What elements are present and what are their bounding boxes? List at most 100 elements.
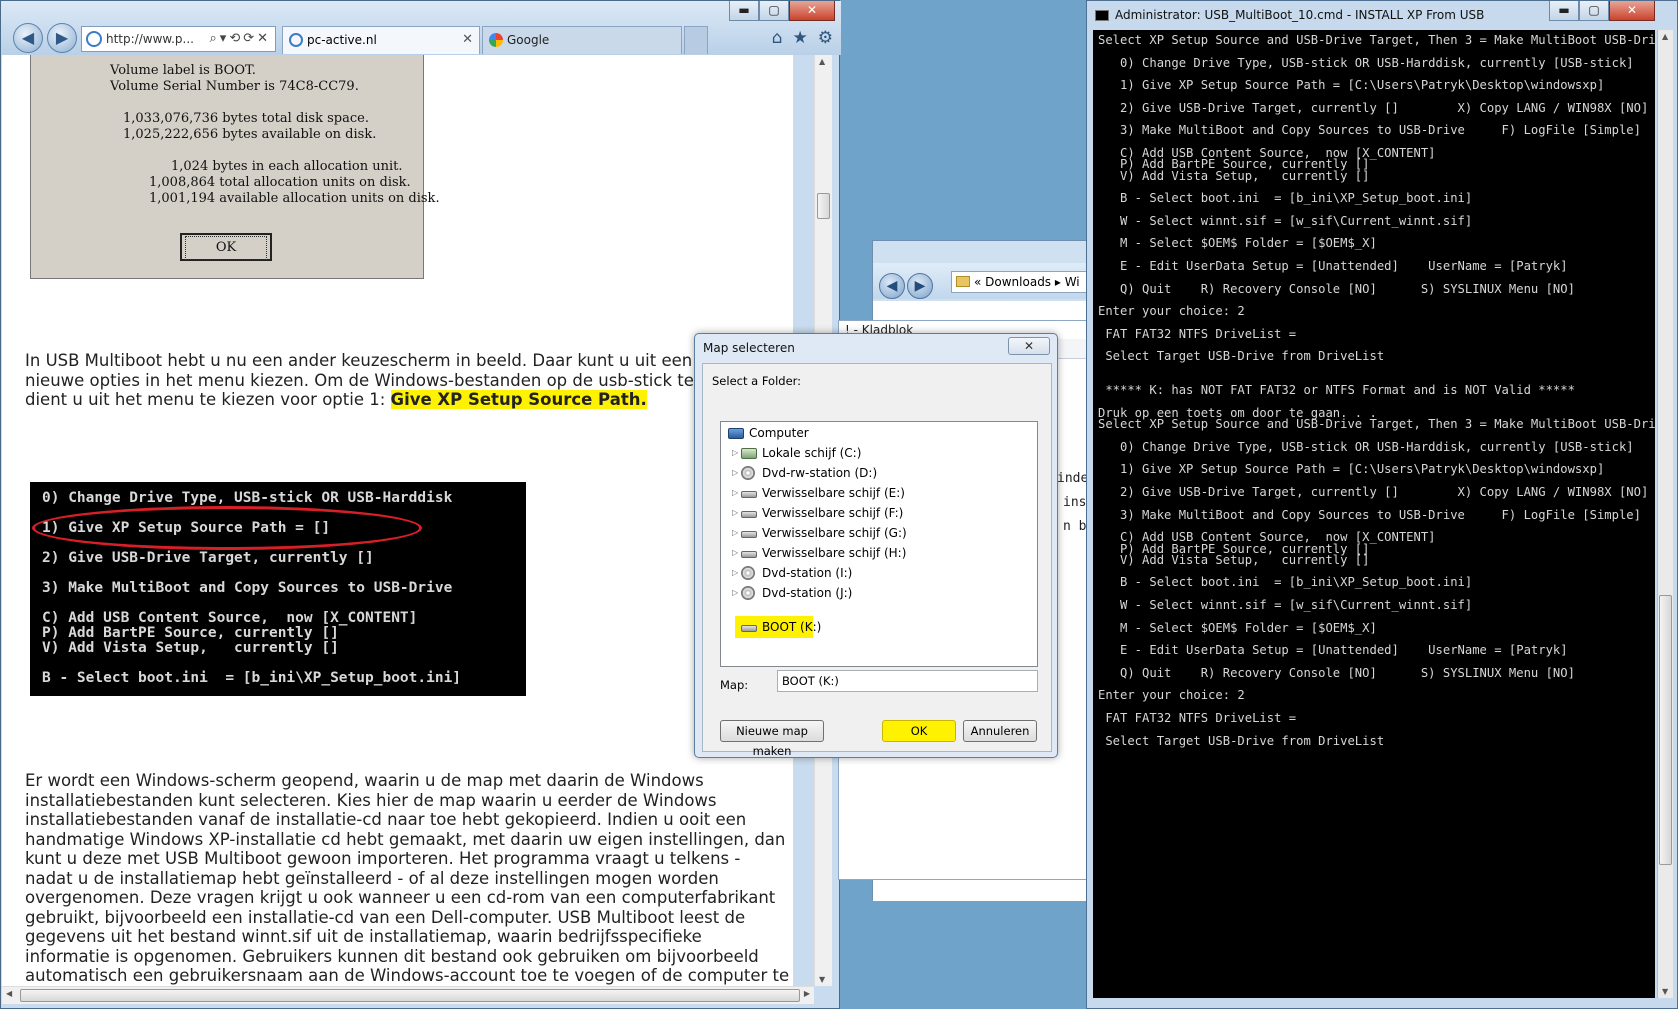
- console-line: FAT FAT32 NTFS DriveList =: [1098, 326, 1297, 341]
- minimize-button[interactable]: ▬: [1549, 1, 1579, 21]
- gear-icon[interactable]: ⚙: [818, 28, 833, 48]
- scroll-down-icon[interactable]: ▼: [819, 975, 825, 984]
- volume-line: 1,025,222,656 bytes available on disk.: [123, 127, 377, 142]
- minimize-button[interactable]: ▬: [729, 1, 759, 21]
- expand-icon[interactable]: ▷: [732, 543, 738, 563]
- tree-item-j[interactable]: ▷ Dvd-station (J:): [721, 583, 1037, 603]
- browser-toolbar: ▬ ▢ ✕ ◀ ▶ http://www.p... ⌕▾⟲⟳✕ pc-activ…: [1, 1, 841, 55]
- console-line: 1) Give XP Setup Source Path = [C:\Users…: [1098, 462, 1605, 477]
- computer-icon: [728, 428, 744, 439]
- console-line: Enter your choice: 2: [1098, 304, 1245, 319]
- console-scrollbar[interactable]: ▲ ▼: [1657, 30, 1673, 998]
- select-folder-label: Select a Folder:: [712, 374, 802, 388]
- paragraph-line: nadat u de installatiemap hebt geïnstall…: [25, 868, 719, 888]
- console-line: E - Edit UserData Setup = [Unattended] U…: [1098, 259, 1568, 273]
- console-line: Select Target USB-Drive from DriveList: [1098, 733, 1385, 748]
- scroll-thumb[interactable]: [20, 989, 800, 1002]
- ie-tab-icon: [289, 33, 303, 47]
- tree-item-i[interactable]: ▷ Dvd-station (I:): [721, 563, 1037, 583]
- browser-window-controls: ▬ ▢ ✕: [729, 1, 835, 21]
- intro-paragraph: In USB Multiboot hebt u nu een ander keu…: [25, 351, 793, 410]
- maximize-button[interactable]: ▢: [759, 1, 789, 21]
- new-folder-button[interactable]: Nieuwe map maken: [720, 720, 824, 758]
- console-line: B - Select boot.ini = [b_ini\XP_Setup_bo…: [1098, 575, 1473, 590]
- tree-item-g[interactable]: ▷ Verwisselbare schijf (G:): [721, 523, 1037, 543]
- tab-label: Google: [507, 33, 550, 47]
- console-line: FAT FAT32 NTFS DriveList =: [1098, 711, 1297, 725]
- console-output[interactable]: Select XP Setup Source and USB-Drive Tar…: [1093, 30, 1655, 998]
- maximize-button[interactable]: ▢: [1579, 1, 1609, 21]
- tree-item-c[interactable]: ▷ Lokale schijf (C:): [721, 443, 1037, 463]
- tab-google[interactable]: Google: [482, 26, 682, 54]
- volume-line: 1,001,194 available allocation units on …: [149, 191, 440, 206]
- volume-ok-button: OK: [180, 233, 272, 261]
- expand-icon[interactable]: ▷: [732, 463, 738, 483]
- map-input[interactable]: BOOT (K:): [777, 670, 1038, 692]
- volume-line: 1,024 bytes in each allocation unit.: [171, 159, 403, 174]
- address-text: http://www.p...: [106, 32, 194, 46]
- dvd-icon: [741, 586, 755, 600]
- close-button[interactable]: ✕: [1609, 1, 1655, 21]
- removable-drive-icon: [741, 531, 757, 538]
- ie-page-icon: [86, 31, 102, 47]
- page-content: Volume label is BOOT. Volume Serial Numb…: [2, 55, 793, 986]
- volume-line: Volume label is BOOT.: [110, 63, 256, 78]
- console-line: 2) Give USB-Drive Target, currently [] X…: [1098, 100, 1649, 115]
- browser-command-icons: ⌂ ★ ⚙: [772, 28, 833, 48]
- notepad-text-fragment: ins: [1063, 495, 1087, 510]
- forward-icon[interactable]: ▶: [47, 23, 77, 53]
- highlighted-option: Give XP Setup Source Path.: [390, 390, 647, 409]
- close-button[interactable]: ✕: [789, 1, 835, 21]
- back-icon[interactable]: ◀: [879, 273, 905, 299]
- paragraph-line: In USB Multiboot hebt u nu een ander keu…: [25, 351, 693, 370]
- dvd-icon: [741, 466, 755, 480]
- removable-drive-icon: [741, 511, 757, 518]
- scroll-thumb[interactable]: [1659, 595, 1672, 865]
- forward-icon[interactable]: ▶: [907, 273, 933, 299]
- console-line: Select XP Setup Source and USB-Drive Tar…: [1098, 33, 1655, 47]
- scroll-up-icon[interactable]: ▲: [819, 57, 825, 66]
- scroll-left-icon[interactable]: ◀: [6, 989, 12, 998]
- tab-close-icon[interactable]: ✕: [462, 27, 473, 53]
- paragraph-line: dient u uit het menu te kiezen voor opti…: [25, 390, 647, 409]
- console-line: 2) Give USB-Drive Target, currently [] X…: [1098, 485, 1649, 499]
- tree-item-e[interactable]: ▷ Verwisselbare schijf (E:): [721, 483, 1037, 503]
- expand-icon[interactable]: ▷: [732, 443, 738, 463]
- home-icon[interactable]: ⌂: [772, 28, 783, 48]
- dialog-close-button[interactable]: ✕: [1008, 337, 1050, 355]
- explorer-breadcrumb[interactable]: « Downloads ▸ Wi: [951, 271, 1093, 293]
- console-line: 0) Change Drive Type, USB-stick OR USB-H…: [1098, 439, 1634, 454]
- volume-line: 1,008,864 total allocation units on disk…: [149, 175, 411, 190]
- scroll-right-icon[interactable]: ▶: [804, 989, 810, 998]
- red-circle-annotation: [32, 506, 422, 550]
- ok-button[interactable]: OK: [882, 720, 956, 742]
- horizontal-scrollbar[interactable]: ◀ ▶: [2, 986, 814, 1004]
- favorites-star-icon[interactable]: ★: [793, 28, 808, 48]
- tree-item-computer[interactable]: Computer: [721, 423, 1037, 443]
- expand-icon[interactable]: ▷: [732, 523, 738, 543]
- scroll-up-icon[interactable]: ▲: [1662, 32, 1668, 41]
- console-line: W - Select winnt.sif = [w_sif\Current_wi…: [1098, 598, 1473, 612]
- expand-icon[interactable]: ▷: [732, 503, 738, 523]
- expand-icon[interactable]: ▷: [732, 563, 738, 583]
- tree-item-boot-k[interactable]: BOOT (K:): [721, 617, 1037, 637]
- new-tab-button[interactable]: [684, 26, 708, 54]
- back-icon[interactable]: ◀: [13, 23, 43, 53]
- address-bar[interactable]: http://www.p... ⌕▾⟲⟳✕: [81, 26, 276, 52]
- tab-pc-active[interactable]: pc-active.nl ✕: [282, 26, 480, 54]
- expand-icon[interactable]: ▷: [732, 483, 738, 503]
- console-line: Q) Quit R) Recovery Console [NO] S) SYSL…: [1098, 281, 1575, 296]
- console-window-controls: ▬ ▢ ✕: [1549, 1, 1655, 21]
- tree-item-d[interactable]: ▷ Dvd-rw-station (D:): [721, 463, 1037, 483]
- scroll-thumb[interactable]: [817, 193, 830, 219]
- paragraph-line: automatisch een gebruikersnaam aan de Wi…: [25, 966, 790, 985]
- address-tools-icons[interactable]: ⌕▾⟲⟳✕: [210, 27, 271, 51]
- removable-drive-icon: [741, 625, 757, 632]
- cancel-button[interactable]: Annuleren: [963, 720, 1037, 742]
- scroll-down-icon[interactable]: ▼: [1662, 987, 1668, 996]
- paragraph-line: Er wordt een Windows-scherm geopend, waa…: [25, 771, 704, 790]
- tree-item-f[interactable]: ▷ Verwisselbare schijf (F:): [721, 503, 1037, 523]
- expand-icon[interactable]: ▷: [732, 583, 738, 603]
- menu-line: C) Add USB Content Source, now [X_CONTEN…: [42, 610, 418, 626]
- tree-item-h[interactable]: ▷ Verwisselbare schijf (H:): [721, 543, 1037, 563]
